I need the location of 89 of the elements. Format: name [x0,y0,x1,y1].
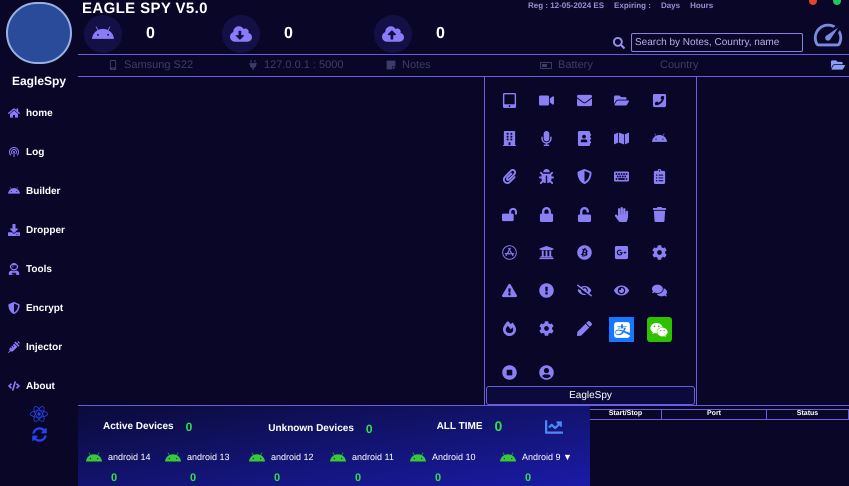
sidebar-item[interactable]: Builder [8,182,78,200]
eye-icon[interactable] [614,283,630,298]
wechat-icon[interactable] [646,317,672,342]
broadcast-icon [8,146,20,158]
stat-label: Active Devices [103,420,174,434]
google-plus-icon[interactable] [614,245,630,260]
bitcoin-icon[interactable] [576,245,592,260]
version-count: 0 [111,470,118,486]
paperclip-icon[interactable] [502,169,517,184]
brand-name: EagleSpy [12,73,66,90]
chat-icon[interactable] [652,283,667,298]
stat-label: ALL TIME [436,420,483,434]
atom-icon[interactable] [30,405,48,423]
version-count: 0 [525,470,532,486]
lock-icon[interactable] [539,207,554,222]
building-icon[interactable] [502,130,517,146]
version-count: 0 [355,470,362,486]
shield-icon[interactable] [576,169,592,184]
days-label: Days [660,0,680,12]
version-count: 0 [190,470,198,486]
cog-icon[interactable] [652,245,667,260]
syringe-icon [8,341,20,353]
contacts-icon[interactable] [576,130,592,146]
microphone-icon[interactable] [539,130,554,146]
map-icon[interactable] [614,130,630,146]
open-lock-icon[interactable] [576,207,592,222]
eye-slash-icon[interactable] [576,283,592,298]
stat-value: 0 [366,420,373,438]
chart-icon[interactable] [544,418,564,436]
user-icon[interactable] [539,365,554,380]
sidebar-item[interactable]: Log [8,143,78,161]
bug-icon[interactable] [539,169,554,184]
alert-icon[interactable] [539,283,554,298]
app-store-icon[interactable] [502,245,517,260]
pen-icon[interactable] [576,321,592,336]
stop-icon[interactable] [502,365,517,380]
video-camera-icon[interactable] [539,92,554,108]
trash-icon[interactable] [652,207,667,222]
stat-label: Unknown Devices [268,422,354,436]
counter-value: 0 [284,24,293,44]
version-label: android 11 [352,450,394,464]
folder-icon[interactable] [614,92,630,108]
version-label: Android 10 [432,450,476,464]
download-icon [8,224,20,236]
counter-value: 0 [146,24,155,44]
phone-icon[interactable] [652,92,667,108]
counter-value: 0 [436,24,445,44]
search-icon [613,36,625,48]
astronaut-icon [8,263,20,275]
sidebar-item[interactable]: Encrypt [8,299,78,317]
version-count: 0 [274,470,282,486]
registration-date: Reg : 12-05-2024 ES [528,0,604,12]
app-title: EAGLE SPY V5.0 [82,0,208,19]
battery-icon [540,62,552,69]
folder-icon[interactable] [831,58,845,72]
expiry-label: Expiring : [614,0,651,12]
alipay-icon[interactable] [609,317,634,342]
version-count: 0 [435,470,442,486]
version-label: android 14 [108,450,151,464]
search-field[interactable]: Search by Notes, Country, name [631,33,803,52]
sidebar-item[interactable]: Dropper [8,221,78,239]
version-label: android 13 [187,450,230,464]
flame-icon[interactable] [502,321,517,336]
shield-icon [8,302,20,314]
tablet-icon[interactable] [502,92,517,108]
keyboard-icon[interactable] [614,169,630,184]
unlocked-icon[interactable] [502,207,517,222]
note-icon [386,60,396,70]
sidebar-item[interactable]: Injector [8,338,78,356]
stat-value: 0 [494,417,502,436]
sidebar-item[interactable]: Tools [8,260,78,278]
version-label: Android 9 ▼ [522,450,572,464]
plug-icon [248,60,258,70]
code-icon [8,380,20,392]
sidebar-item[interactable]: home [8,104,78,122]
envelope-icon[interactable] [576,92,592,108]
eaglespy-label-bar: EagleSpy [486,386,695,404]
version-label: android 12 [271,450,314,464]
warning-icon[interactable] [502,283,517,298]
settings-icon[interactable] [539,321,554,336]
stat-value: 0 [186,418,192,436]
refresh-icon[interactable] [32,427,46,442]
hand-icon[interactable] [614,207,630,222]
bank-icon[interactable] [539,245,554,260]
sidebar-item[interactable]: About [8,377,78,395]
hours-label: Hours [690,0,714,12]
home-icon [8,107,20,119]
phone-icon [108,60,118,70]
clipboard-icon[interactable] [652,169,667,184]
